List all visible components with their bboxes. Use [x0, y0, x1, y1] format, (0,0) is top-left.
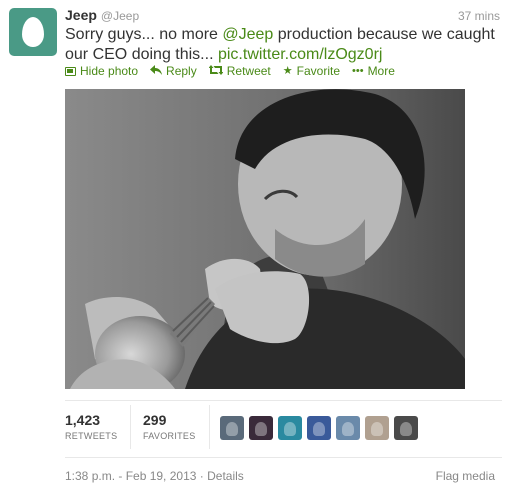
- favorite-button[interactable]: ★ Favorite: [283, 64, 340, 78]
- photo-icon: [65, 66, 76, 76]
- tweet-text: Sorry guys... no more @Jeep production b…: [65, 25, 495, 65]
- more-button[interactable]: ••• More: [352, 64, 395, 78]
- retweet-icon: [208, 64, 224, 78]
- mention-link[interactable]: @Jeep: [222, 26, 273, 43]
- footer-separator: ·: [199, 469, 204, 483]
- egg-avatar-icon: [22, 17, 44, 47]
- favoriter-avatar-6[interactable]: [365, 416, 389, 440]
- person-silhouette-icon: [284, 422, 296, 436]
- hide-photo-label: Hide photo: [80, 64, 139, 78]
- divider: [65, 400, 502, 401]
- details-link[interactable]: Details: [207, 469, 244, 483]
- retweets-stat[interactable]: 1,423 RETWEETS: [65, 411, 117, 443]
- retweets-label: RETWEETS: [65, 431, 118, 441]
- photo-image: [65, 89, 465, 389]
- star-icon: ★: [282, 65, 293, 77]
- favorites-stat[interactable]: 299 FAVORITES: [143, 411, 196, 443]
- person-silhouette-icon: [400, 422, 412, 436]
- author-username[interactable]: @Jeep: [101, 9, 139, 23]
- tweet-header: Jeep @Jeep 37 mins: [65, 7, 500, 25]
- author-avatar[interactable]: [9, 8, 57, 56]
- favoriter-avatar-5[interactable]: [336, 416, 360, 440]
- favoriters-list: [220, 416, 423, 440]
- person-silhouette-icon: [226, 422, 238, 436]
- favorite-label: Favorite: [296, 64, 340, 78]
- divider: [65, 457, 502, 458]
- retweet-label: Retweet: [226, 64, 271, 78]
- stat-divider: [209, 405, 210, 449]
- reply-button[interactable]: Reply: [150, 64, 197, 78]
- favoriter-avatar-4[interactable]: [307, 416, 331, 440]
- favorites-label: FAVORITES: [143, 431, 196, 441]
- person-silhouette-icon: [255, 422, 267, 436]
- favoriter-avatar-2[interactable]: [249, 416, 273, 440]
- person-silhouette-icon: [313, 422, 325, 436]
- tweet-photo[interactable]: [65, 89, 465, 389]
- tweet-time[interactable]: 37 mins: [458, 9, 500, 23]
- person-silhouette-icon: [342, 422, 354, 436]
- flag-media-link[interactable]: Flag media: [436, 469, 495, 483]
- tweet-timestamp[interactable]: 1:38 p.m. - Feb 19, 2013: [65, 469, 196, 483]
- hide-photo-button[interactable]: Hide photo: [65, 64, 138, 78]
- tweet-actions: Hide photo Reply Retweet ★ Favorite ••• …: [65, 64, 407, 78]
- favoriter-avatar-3[interactable]: [278, 416, 302, 440]
- retweet-button[interactable]: Retweet: [208, 64, 271, 78]
- reply-icon: [150, 64, 163, 78]
- reply-label: Reply: [166, 64, 197, 78]
- more-dots-icon: •••: [352, 65, 364, 77]
- person-silhouette-icon: [371, 422, 383, 436]
- author-fullname[interactable]: Jeep: [65, 7, 97, 23]
- tweet-text-part1: Sorry guys... no more: [65, 26, 223, 43]
- favorites-count: 299: [143, 412, 167, 428]
- tweet-footer: 1:38 p.m. - Feb 19, 2013 · Details Flag …: [65, 469, 500, 483]
- favoriter-avatar-7[interactable]: [394, 416, 418, 440]
- more-label: More: [367, 64, 395, 78]
- photo-link[interactable]: pic.twitter.com/lzOgz0rj: [218, 46, 382, 63]
- stat-divider: [130, 405, 131, 449]
- retweets-count: 1,423: [65, 412, 101, 428]
- favoriter-avatar-1[interactable]: [220, 416, 244, 440]
